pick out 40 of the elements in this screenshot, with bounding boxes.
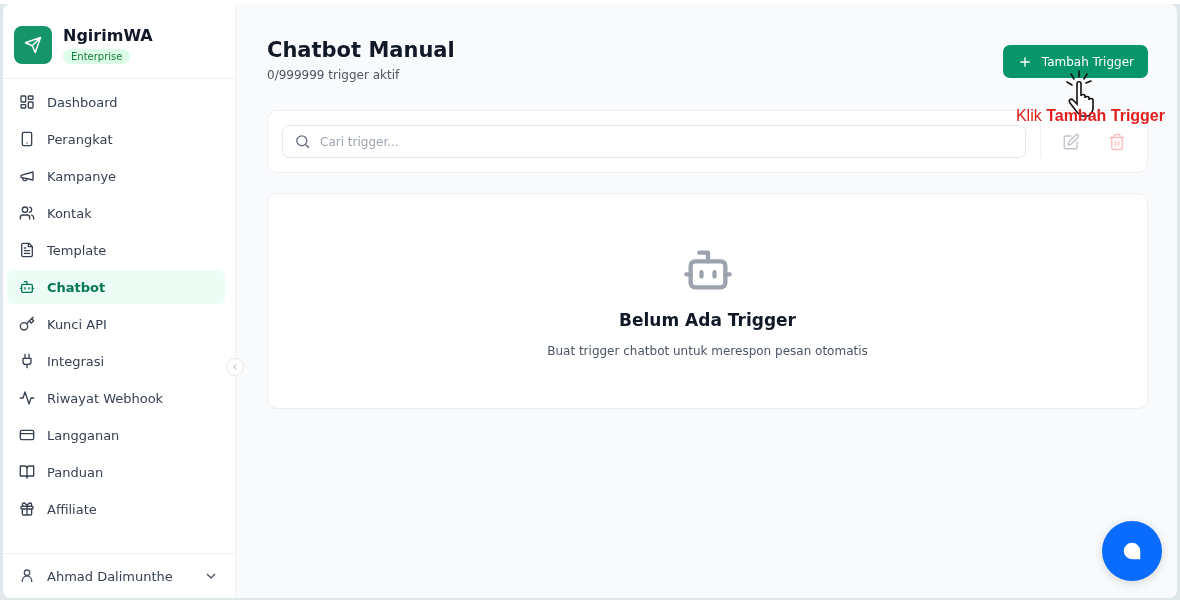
users-icon [19,205,35,221]
sidebar-item[interactable]: Panduan [7,455,225,489]
sidebar-item[interactable]: Kunci API [7,307,225,341]
credit-card-icon [19,427,35,443]
collapse-toggle[interactable] [226,358,244,376]
search-icon [294,133,311,150]
brand-name: NgirimWA [63,26,153,45]
trigger-count: 0/999999 trigger aktif [267,68,401,82]
activity-icon [19,390,35,406]
key-icon [19,316,35,332]
search-field[interactable]: Cari trigger... [282,125,1026,158]
grid-icon [19,94,35,110]
plug-icon [19,353,35,369]
user-icon [19,568,35,584]
send-logo-icon [14,26,52,64]
phone-icon [19,131,35,147]
empty-message: Buat trigger chatbot untuk merespon pesan otomatis [547,344,868,358]
page-title: Chatbot Manual [267,38,455,62]
sidebar-item[interactable]: Dashboard [7,85,225,119]
add-trigger-button[interactable]: Tambah Trigger [1002,45,1148,78]
sidebar-item[interactable]: Perangkat [7,122,225,156]
chat-launcher-button[interactable] [1102,521,1162,581]
sidebar-item[interactable]: Kampanye [7,159,225,193]
sidebar-item[interactable]: Chatbot [7,270,225,304]
sidebar-item[interactable]: Langganan [7,418,225,452]
sidebar-item[interactable]: Kontak [7,196,225,230]
sidebar-item[interactable]: Riwayat Webhook [7,381,225,415]
sidebar-item[interactable]: Integrasi [7,344,225,378]
book-icon [19,464,35,480]
plan-badge: Enterprise [63,49,131,64]
user-name[interactable]: Ahmad Dalimunthe [47,568,191,584]
robot-icon [19,279,35,295]
megaphone-icon [19,168,35,184]
document-icon [19,242,35,258]
sidebar-item[interactable]: Affiliate [7,492,225,526]
annotation-text: Klik Tambah Trigger [1015,107,1165,125]
chat-bubble-icon [1121,540,1143,562]
gift-icon [19,501,35,517]
sidebar-item[interactable]: Template [7,233,225,267]
empty-title: Belum Ada Trigger [619,310,796,330]
